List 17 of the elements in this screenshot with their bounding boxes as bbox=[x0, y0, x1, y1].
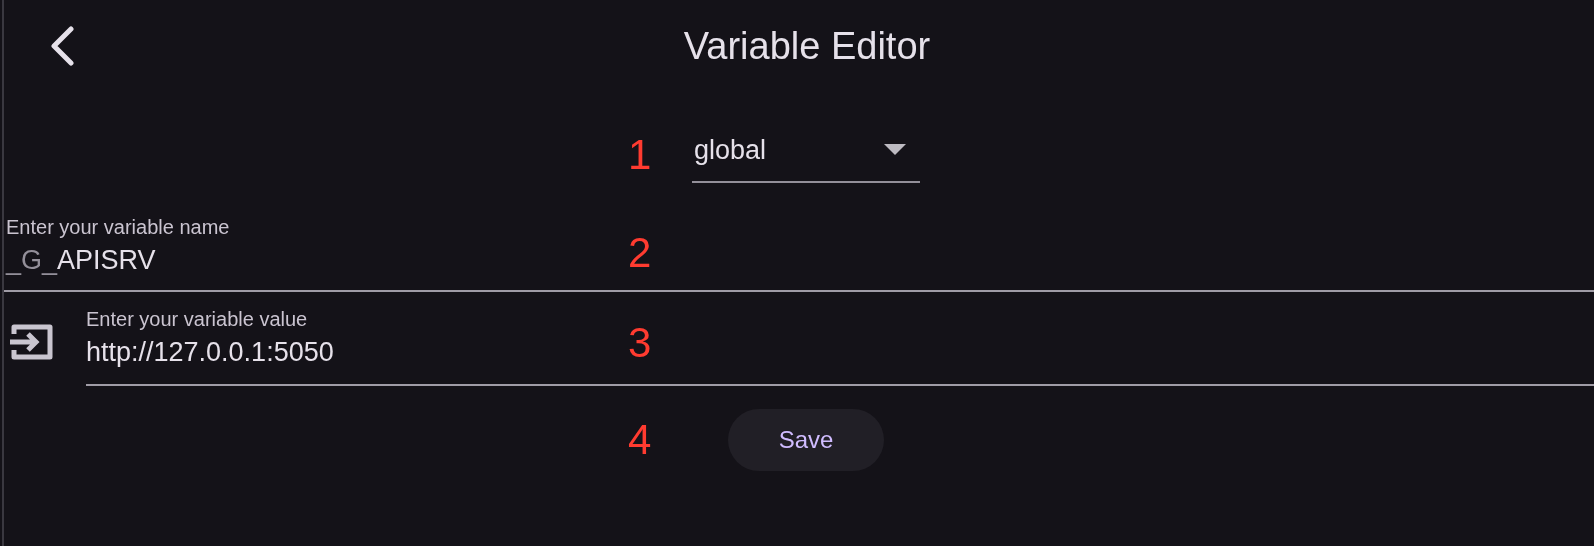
field-label: Enter your variable name bbox=[6, 216, 231, 239]
field-label: Enter your variable value bbox=[86, 308, 309, 331]
annotation-number: 1 bbox=[628, 134, 653, 176]
field-value: http://127.0.0.1:5050 bbox=[86, 337, 334, 368]
annotation-number: 3 bbox=[628, 322, 652, 364]
annotation-number: 4 bbox=[628, 419, 653, 461]
prefix-text: _G_ bbox=[6, 245, 58, 275]
input-icon bbox=[8, 322, 54, 362]
annotation-number: 2 bbox=[628, 232, 652, 274]
scope-dropdown[interactable]: global bbox=[692, 127, 920, 183]
field-value: APISRV bbox=[57, 245, 156, 275]
page-title: Variable Editor bbox=[683, 24, 931, 68]
input-field[interactable]: Enter your variable value http://127.0.0.1:5050 3 bbox=[86, 292, 1594, 386]
save-button[interactable]: Save bbox=[728, 409, 884, 471]
dropdown-caret-icon bbox=[884, 144, 906, 156]
input-field[interactable]: Enter your variable name _G_APISRV 2 bbox=[4, 210, 1594, 292]
back-icon bbox=[49, 26, 75, 66]
